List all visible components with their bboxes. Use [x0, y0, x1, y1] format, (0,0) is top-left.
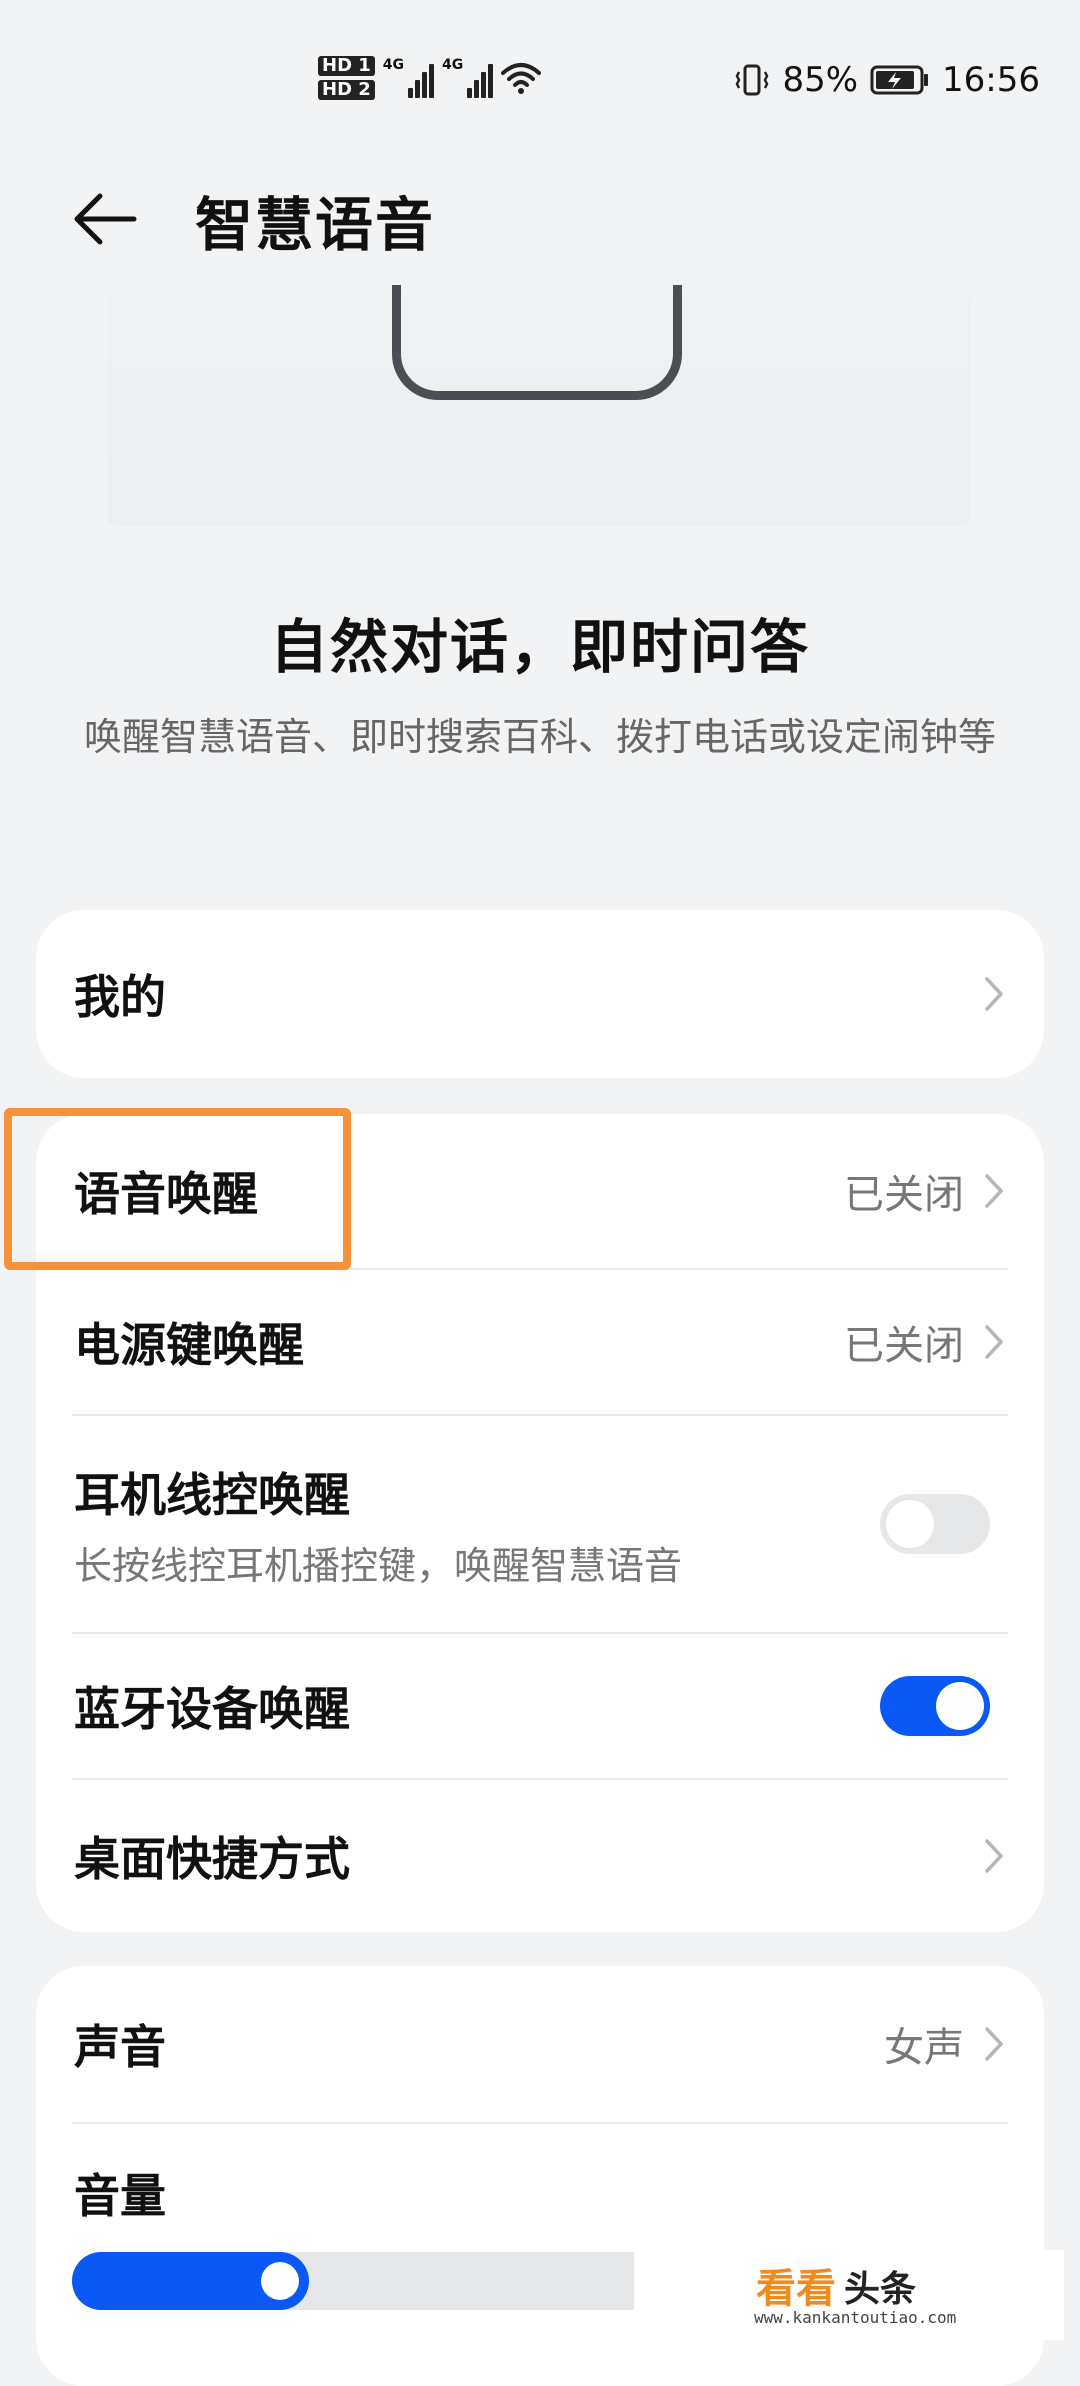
vibrate-icon — [734, 62, 770, 98]
highlight-box — [4, 1108, 351, 1270]
battery-charging-icon — [870, 63, 930, 97]
phone-illustration — [392, 285, 682, 400]
bluetooth-wake-toggle[interactable] — [880, 1676, 990, 1736]
my-label: 我的 — [74, 970, 166, 1024]
chevron-right-icon — [985, 1839, 1003, 1873]
earphone-wake-toggle[interactable] — [880, 1494, 990, 1554]
power-wake-value: 已关闭 — [844, 1323, 964, 1369]
status-right: 85% 16:56 — [734, 55, 1040, 105]
signal1-icon: 4G — [382, 57, 435, 98]
hd1-badge: HD 1 — [318, 56, 375, 76]
bluetooth-wake-label: 蓝牙设备唤醒 — [74, 1682, 350, 1736]
hd-indicators: HD 1 HD 2 — [318, 56, 375, 100]
earphone-wake-desc: 长按线控耳机播控键，唤醒智慧语音 — [74, 1543, 683, 1588]
toggle-knob — [886, 1500, 934, 1548]
watermark: 看看 头条 www.kankantoutiao.com — [634, 2250, 1064, 2340]
hero-description: 唤醒智慧语音、即时搜索百科、拨打电话或设定闹钟等 — [83, 715, 996, 759]
voice-label: 声音 — [74, 2020, 166, 2074]
power-key-wake-row[interactable]: 电源键唤醒 已关闭 — [36, 1270, 1044, 1414]
volume-slider[interactable] — [72, 2252, 636, 2310]
earphone-wake-label: 耳机线控唤醒 — [74, 1467, 350, 1522]
divider — [72, 2122, 1008, 2124]
chevron-right-icon — [985, 1325, 1003, 1359]
watermark-main: 看看 — [756, 2266, 836, 2312]
wifi-icon — [501, 61, 542, 95]
back-arrow-icon[interactable] — [70, 184, 140, 254]
power-wake-label: 电源键唤醒 — [74, 1318, 304, 1372]
chevron-right-icon — [985, 2027, 1003, 2061]
toggle-knob — [936, 1682, 984, 1730]
my-card: 我的 — [36, 910, 1044, 1078]
net1-label: 4G — [382, 57, 405, 73]
watermark-url: www.kankantoutiao.com — [754, 2308, 957, 2327]
hd2-badge: HD 2 — [318, 80, 375, 100]
voice-row[interactable]: 声音 女声 — [36, 1966, 1044, 2122]
my-row[interactable]: 我的 — [36, 910, 1044, 1078]
app-header: 智慧语音 — [0, 160, 1080, 270]
battery-percent: 85% — [782, 60, 859, 100]
volume-label: 音量 — [74, 2169, 166, 2223]
hero-headline: 自然对话，即时问答 — [269, 613, 810, 681]
bluetooth-wake-row: 蓝牙设备唤醒 — [36, 1634, 1044, 1778]
clock: 16:56 — [942, 60, 1040, 100]
net2-label: 4G — [442, 57, 464, 73]
desktop-shortcut-label: 桌面快捷方式 — [74, 1832, 350, 1886]
volume-slider-thumb[interactable] — [261, 2262, 299, 2300]
hero-illustration — [108, 285, 970, 525]
watermark-sub: 头条 — [844, 2269, 917, 2310]
voice-value: 女声 — [884, 2025, 964, 2071]
chevron-right-icon — [985, 1174, 1003, 1208]
earphone-wake-row: 耳机线控唤醒 长按线控耳机播控键，唤醒智慧语音 — [36, 1416, 1044, 1632]
signal2-icon: 4G — [442, 57, 494, 98]
desktop-shortcut-row[interactable]: 桌面快捷方式 — [36, 1780, 1044, 1932]
page-title: 智慧语音 — [195, 191, 436, 259]
voice-wake-value: 已关闭 — [844, 1172, 964, 1218]
chevron-right-icon — [985, 977, 1003, 1011]
status-bar: HD 1 HD 2 4G 4G 85% 16:56 — [0, 0, 1080, 160]
network-indicators: HD 1 HD 2 4G 4G — [318, 48, 542, 108]
